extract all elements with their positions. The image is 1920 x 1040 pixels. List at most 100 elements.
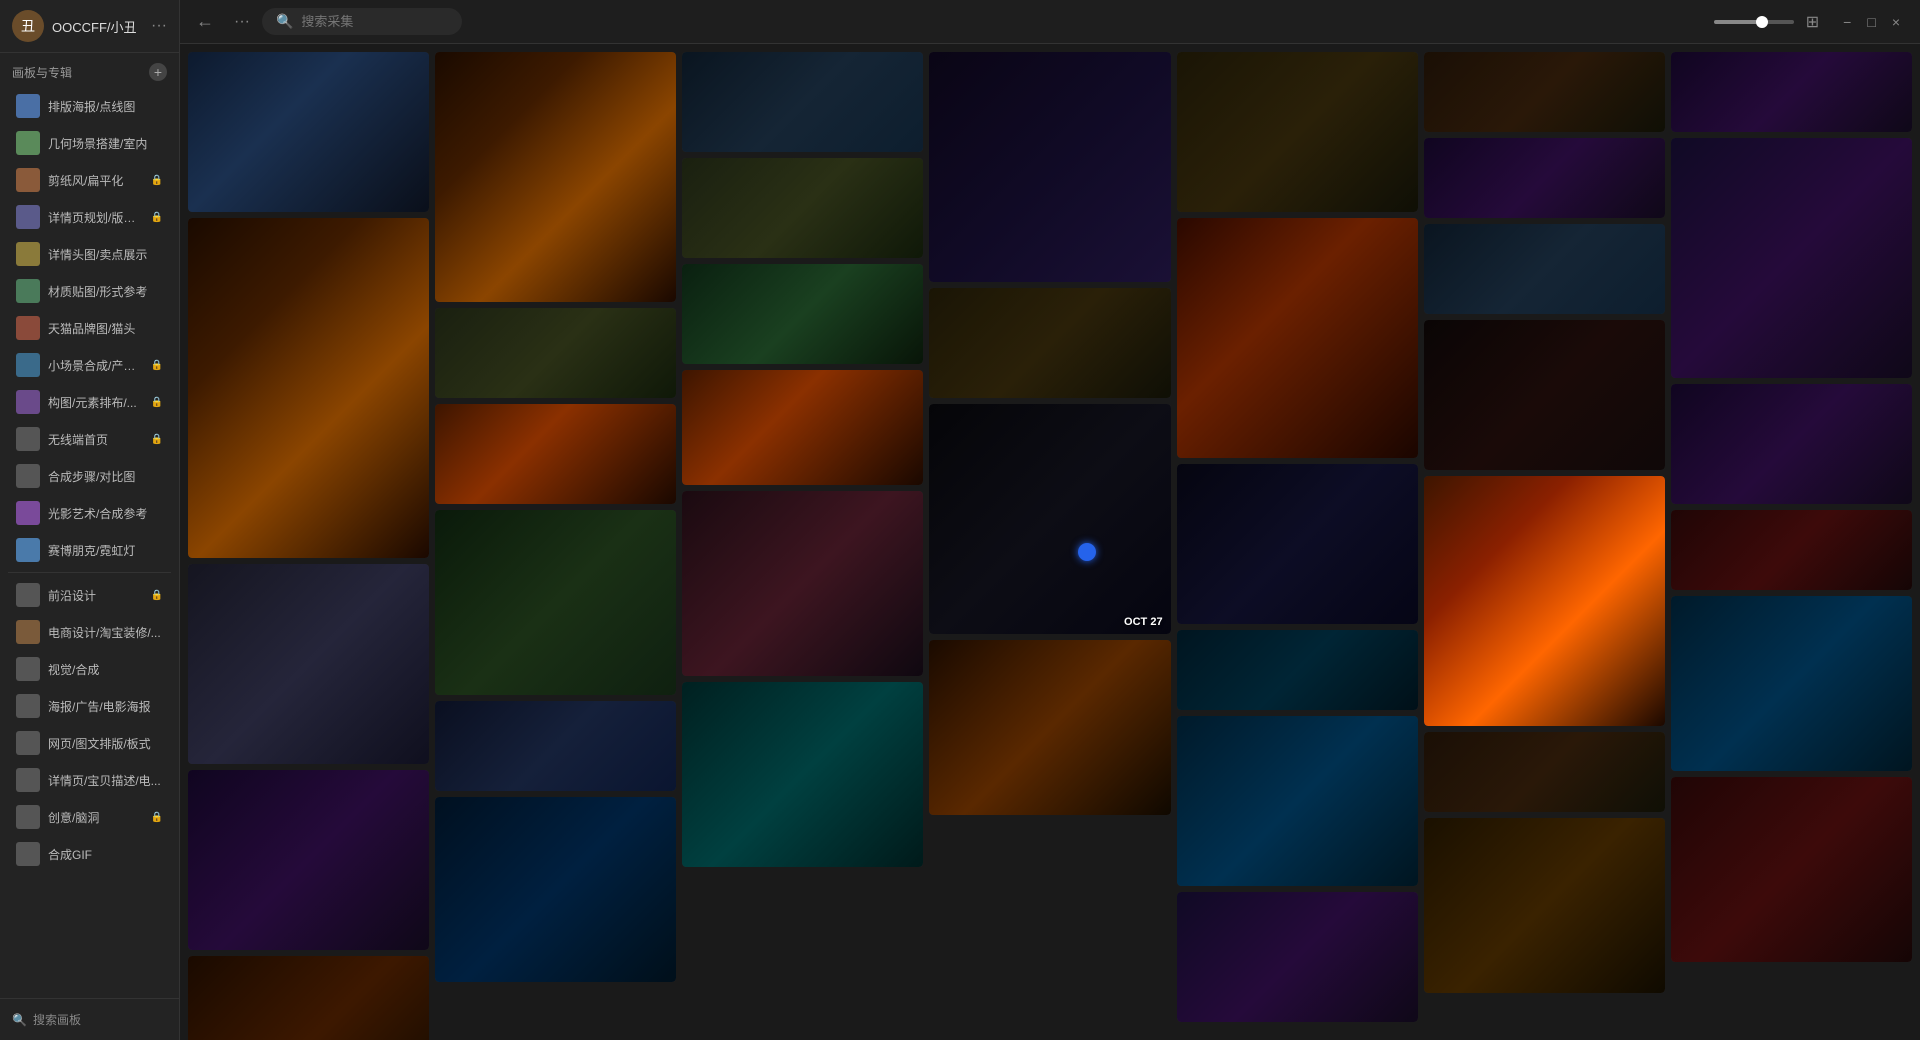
sidebar-item-10[interactable]: 合成步骤/对比图 (4, 458, 175, 494)
gallery-item[interactable] (435, 52, 676, 302)
sidebar-item-9[interactable]: 无线端首页 🔒 (4, 421, 175, 457)
minimize-button[interactable]: − (1839, 12, 1855, 32)
gallery-item[interactable] (188, 770, 429, 950)
gallery-item[interactable] (435, 510, 676, 695)
gallery-item[interactable] (1177, 716, 1418, 886)
sidebar-item-15[interactable]: 视觉/合成 (4, 651, 175, 687)
grid-view-button[interactable]: ⊞ (1806, 12, 1819, 32)
gallery-item[interactable] (1177, 52, 1418, 212)
lock-icon: 🔒 (151, 812, 163, 823)
sidebar-item-6[interactable]: 天猫品牌图/猫头 (4, 310, 175, 346)
masonry-col-6 (1671, 52, 1912, 1040)
sidebar-more-icon[interactable]: ··· (151, 17, 167, 35)
sidebar-item-7[interactable]: 小场景合成/产品... 🔒 (4, 347, 175, 383)
gallery-item[interactable] (1424, 732, 1665, 812)
sidebar-item-16[interactable]: 海报/广告/电影海报 (4, 688, 175, 724)
sidebar-item-3[interactable]: 详情页规划/版式... 🔒 (4, 199, 175, 235)
gallery-item[interactable] (1671, 384, 1912, 504)
gallery-item[interactable] (682, 52, 923, 152)
sidebar-item-11[interactable]: 光影艺术/合成参考 (4, 495, 175, 531)
gallery-item[interactable] (1177, 892, 1418, 1022)
sidebar-item-18[interactable]: 详情页/宝贝描述/电... (4, 762, 175, 798)
sidebar-item-icon-4 (16, 242, 40, 266)
zoom-control (1714, 20, 1794, 24)
sidebar-item-label-3: 详情页规划/版式... (48, 209, 143, 226)
zoom-slider[interactable] (1714, 20, 1794, 24)
gallery-image (435, 52, 676, 302)
sidebar-item-12[interactable]: 赛博朋克/霓虹灯 (4, 532, 175, 568)
gallery-item[interactable] (929, 52, 1170, 282)
gallery-item[interactable] (1671, 596, 1912, 771)
lock-icon: 🔒 (151, 434, 163, 445)
gallery-item[interactable] (435, 404, 676, 504)
gallery-item[interactable] (1424, 320, 1665, 470)
gallery-item[interactable] (435, 701, 676, 791)
sidebar-item-icon-1 (16, 131, 40, 155)
gallery-item[interactable] (1424, 52, 1665, 132)
gallery-item[interactable] (435, 797, 676, 982)
sidebar-item-5[interactable]: 材质贴图/形式参考 (4, 273, 175, 309)
gallery-item[interactable] (188, 218, 429, 558)
gallery-item[interactable] (1671, 52, 1912, 132)
gallery-item[interactable] (188, 564, 429, 764)
gallery-item[interactable] (188, 956, 429, 1040)
sidebar-item-icon-14 (16, 620, 40, 644)
gallery-item[interactable] (188, 52, 429, 212)
sidebar-item-1[interactable]: 几何场景搭建/室内 (4, 125, 175, 161)
sidebar-item-17[interactable]: 网页/图文排版/板式 (4, 725, 175, 761)
sidebar-item-8[interactable]: 构图/元素排布/... 🔒 (4, 384, 175, 420)
gallery-image (929, 404, 1170, 634)
back-button[interactable]: ← (196, 11, 214, 32)
sidebar-item-label-19: 创意/脑洞 (48, 809, 143, 826)
gallery-item[interactable] (1424, 476, 1665, 726)
gallery-item[interactable] (1424, 818, 1665, 993)
gallery-image (682, 682, 923, 867)
sidebar-search-button[interactable]: 🔍 搜索画板 (12, 1007, 167, 1032)
close-button[interactable]: × (1888, 12, 1904, 32)
gallery-item[interactable] (682, 682, 923, 867)
gallery-item[interactable] (1671, 138, 1912, 378)
gallery-item[interactable] (682, 158, 923, 258)
sidebar-item-label-11: 光影艺术/合成参考 (48, 505, 163, 522)
sidebar-item-label-1: 几何场景搭建/室内 (48, 135, 163, 152)
gallery-item[interactable] (1424, 138, 1665, 218)
gallery-item[interactable] (1177, 464, 1418, 624)
sidebar-item-14[interactable]: 电商设计/淘宝装修/... (4, 614, 175, 650)
sidebar-item-label-13: 前沿设计 (48, 587, 143, 604)
sidebar-item-4[interactable]: 详情头图/卖点展示 (4, 236, 175, 272)
gallery-item[interactable] (1177, 218, 1418, 458)
gallery-item[interactable] (435, 308, 676, 398)
overlay-text: OCT 27 (1124, 616, 1163, 628)
gallery-item[interactable] (682, 370, 923, 485)
gallery-image (435, 797, 676, 982)
sidebar-item-icon-15 (16, 657, 40, 681)
gallery-item[interactable] (1424, 224, 1665, 314)
sidebar-item-20[interactable]: 合成GIF (4, 836, 175, 872)
sidebar-item-icon-2 (16, 168, 40, 192)
gallery-item[interactable] (1177, 630, 1418, 710)
gallery-item[interactable] (929, 288, 1170, 398)
sidebar-item-13[interactable]: 前沿设计 🔒 (4, 577, 175, 613)
gallery-item[interactable] (682, 491, 923, 676)
topbar-more-button[interactable]: ··· (234, 13, 250, 31)
search-box[interactable]: 🔍 (262, 8, 462, 35)
gallery-image (929, 288, 1170, 398)
search-icon: 🔍 (276, 13, 293, 30)
gallery-item[interactable] (1671, 777, 1912, 962)
masonry-col-1 (435, 52, 676, 1040)
gallery-item[interactable]: OCT 27 (929, 404, 1170, 634)
gallery-image (682, 52, 923, 152)
search-input[interactable] (301, 14, 441, 29)
gallery-image (188, 564, 429, 764)
gallery-image (1424, 320, 1665, 470)
gallery-image (1671, 510, 1912, 590)
gallery-item[interactable] (1671, 510, 1912, 590)
gallery-item[interactable] (682, 264, 923, 364)
maximize-button[interactable]: □ (1863, 12, 1879, 32)
sidebar-add-button[interactable]: + (149, 63, 167, 81)
sidebar-item-label-10: 合成步骤/对比图 (48, 468, 163, 485)
sidebar-item-0[interactable]: 排版海报/点线图 (4, 88, 175, 124)
gallery-item[interactable] (929, 640, 1170, 815)
sidebar-item-2[interactable]: 剪纸风/扁平化 🔒 (4, 162, 175, 198)
sidebar-item-19[interactable]: 创意/脑洞 🔒 (4, 799, 175, 835)
